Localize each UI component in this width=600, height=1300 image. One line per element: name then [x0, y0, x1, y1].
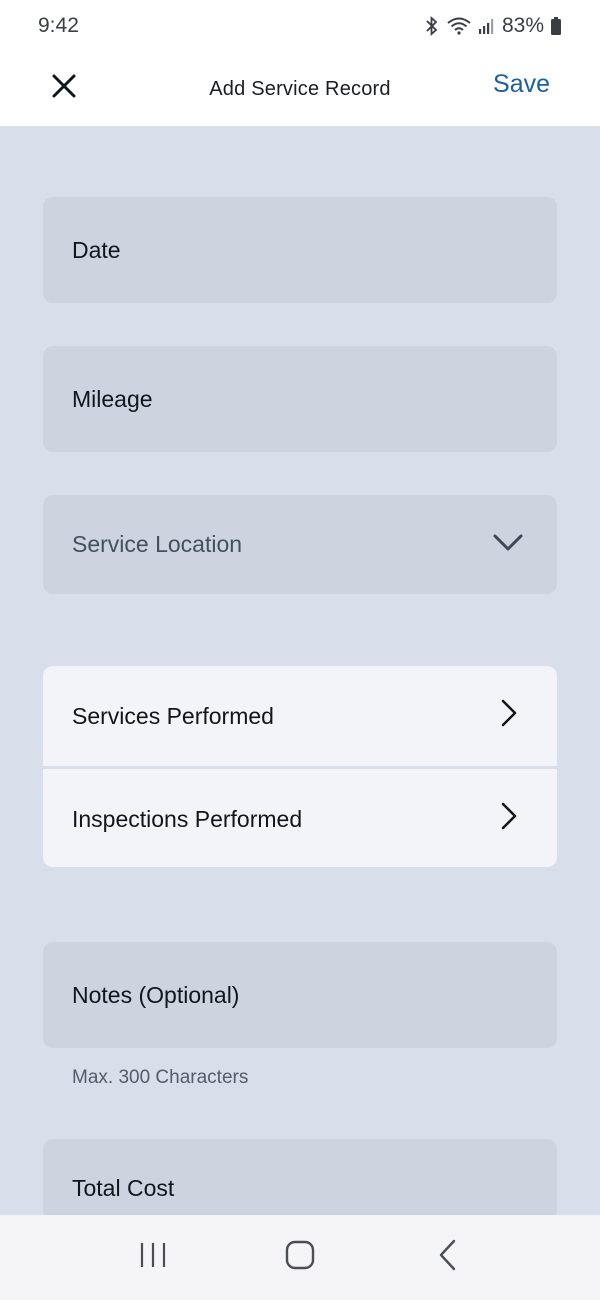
- date-field[interactable]: Date: [43, 197, 557, 303]
- recent-apps-button[interactable]: [123, 1228, 183, 1288]
- inspections-performed-label: Inspections Performed: [72, 805, 303, 832]
- battery-percent: 83%: [501, 14, 544, 37]
- wifi-icon: [446, 16, 472, 36]
- services-performed-row[interactable]: Services Performed: [43, 666, 557, 766]
- status-icons: 83%: [424, 14, 562, 38]
- home-button[interactable]: [270, 1228, 330, 1288]
- bluetooth-icon: [424, 16, 440, 36]
- close-button[interactable]: [44, 68, 84, 108]
- back-button[interactable]: [417, 1228, 477, 1288]
- close-icon: [51, 73, 77, 104]
- system-nav-bar: [0, 1215, 600, 1300]
- chevron-down-icon: [493, 531, 523, 558]
- mileage-field[interactable]: Mileage: [43, 346, 557, 452]
- total-cost-label: Total Cost: [72, 1175, 175, 1201]
- back-icon: [437, 1239, 457, 1276]
- mileage-label: Mileage: [72, 385, 153, 412]
- chevron-right-icon: [501, 802, 517, 836]
- status-bar: 9:42 83%: [0, 0, 600, 52]
- home-icon: [285, 1240, 315, 1275]
- recent-apps-icon: [138, 1240, 168, 1275]
- notes-label: Notes (Optional): [72, 981, 240, 1008]
- signal-icon: [478, 17, 496, 35]
- inspections-performed-row[interactable]: Inspections Performed: [43, 769, 557, 867]
- notes-helper-text: Max. 300 Characters: [72, 1067, 249, 1088]
- save-button[interactable]: Save: [493, 70, 550, 99]
- date-label: Date: [72, 236, 121, 263]
- page-title: Add Service Record: [209, 77, 391, 100]
- notes-field[interactable]: Notes (Optional): [43, 942, 557, 1048]
- chevron-right-icon: [501, 699, 517, 733]
- services-performed-label: Services Performed: [72, 702, 274, 729]
- performed-card: Services Performed Inspections Performed: [43, 666, 557, 867]
- app-header: Add Service Record Save: [0, 52, 600, 126]
- battery-icon: [550, 16, 562, 36]
- status-time: 9:42: [38, 14, 79, 37]
- service-location-select[interactable]: Service Location: [43, 495, 557, 594]
- service-location-label: Service Location: [72, 531, 243, 557]
